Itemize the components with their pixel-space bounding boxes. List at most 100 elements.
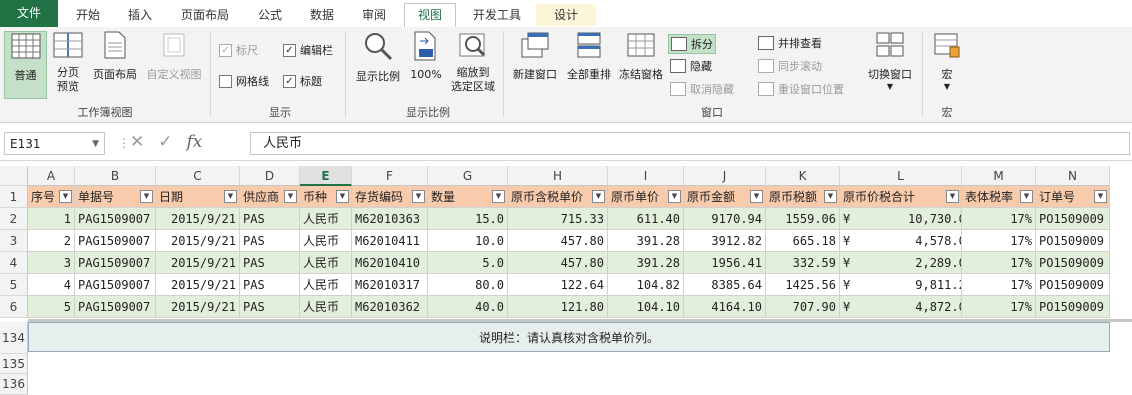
insert-function-icon[interactable]: fx — [187, 132, 203, 152]
table-header-cell[interactable]: 存货编码 ▼ — [352, 186, 428, 208]
column-header-n[interactable]: N — [1036, 166, 1110, 186]
table-cell[interactable]: 5 — [28, 296, 75, 318]
table-cell[interactable]: 人民币 — [300, 208, 352, 230]
filter-dropdown-icon[interactable]: ▼ — [1020, 190, 1033, 203]
table-cell[interactable]: PAG1509007 — [75, 230, 156, 252]
table-cell[interactable]: 17% — [962, 208, 1036, 230]
formula-bar-checkbox[interactable]: ✓ 编辑栏 — [283, 42, 333, 58]
zoom-button[interactable]: 显示比例 — [352, 31, 404, 97]
custom-views-button[interactable]: 自定义视图 — [143, 31, 205, 97]
filter-dropdown-icon[interactable]: ▼ — [59, 190, 72, 203]
table-header-cell[interactable]: 表体税率 ▼ — [962, 186, 1036, 208]
table-cell[interactable]: PO1509009 — [1036, 274, 1110, 296]
note-textbox[interactable]: 说明栏：请认真核对含税单价列。 — [28, 322, 1110, 352]
tab-view[interactable]: 视图 — [404, 3, 456, 29]
table-cell[interactable]: 2015/9/21 — [156, 252, 240, 274]
table-cell[interactable]: 4 — [28, 274, 75, 296]
table-cell[interactable]: PAG1509007 — [75, 252, 156, 274]
table-cell[interactable]: 人民币 — [300, 296, 352, 318]
zoom-100-button[interactable]: 100% — [408, 31, 444, 97]
column-header-d[interactable]: D — [240, 166, 300, 186]
tab-insert[interactable]: 插入 — [118, 4, 162, 26]
name-box[interactable]: E131 ▼ — [4, 132, 105, 155]
tab-data[interactable]: 数据 — [300, 4, 344, 26]
filter-dropdown-icon[interactable]: ▼ — [336, 190, 349, 203]
table-header-cell[interactable]: 单据号 ▼ — [75, 186, 156, 208]
page-layout-view-button[interactable]: 页面布局 — [89, 31, 141, 97]
column-header-b[interactable]: B — [75, 166, 156, 186]
table-cell[interactable]: 391.28 — [608, 252, 684, 274]
table-cell[interactable]: PAS — [240, 296, 300, 318]
table-cell[interactable]: M62010411 — [352, 230, 428, 252]
table-cell[interactable]: 122.64 — [508, 274, 608, 296]
column-header-k[interactable]: K — [766, 166, 840, 186]
filter-dropdown-icon[interactable]: ▼ — [224, 190, 237, 203]
reset-window-button[interactable]: 重设窗口位置 — [756, 80, 846, 98]
table-cell[interactable]: 715.33 — [508, 208, 608, 230]
table-cell[interactable]: 2015/9/21 — [156, 208, 240, 230]
row-header[interactable]: 6 — [0, 296, 28, 318]
table-cell[interactable]: 人民币 — [300, 274, 352, 296]
table-cell[interactable]: 10.0 — [428, 230, 508, 252]
table-cell[interactable]: PAS — [240, 274, 300, 296]
filter-dropdown-icon[interactable]: ▼ — [592, 190, 605, 203]
table-header-cell[interactable]: 数量 ▼ — [428, 186, 508, 208]
table-cell[interactable]: PO1509009 — [1036, 230, 1110, 252]
filter-dropdown-icon[interactable]: ▼ — [140, 190, 153, 203]
column-header-m[interactable]: M — [962, 166, 1036, 186]
table-cell[interactable]: 2015/9/21 — [156, 230, 240, 252]
table-cell[interactable]: 1425.56 — [766, 274, 840, 296]
row-header[interactable]: 134 — [0, 322, 28, 354]
row-header[interactable]: 3 — [0, 230, 28, 252]
table-cell[interactable]: PO1509009 — [1036, 296, 1110, 318]
table-cell[interactable]: 17% — [962, 252, 1036, 274]
headings-checkbox[interactable]: ✓ 标题 — [283, 73, 322, 89]
table-cell[interactable]: PAS — [240, 252, 300, 274]
table-cell[interactable]: M62010410 — [352, 252, 428, 274]
ruler-checkbox[interactable]: ✓ 标尺 — [219, 42, 258, 58]
table-cell[interactable]: 2 — [28, 230, 75, 252]
row-header[interactable]: 5 — [0, 274, 28, 296]
table-cell[interactable]: ¥ 4,578.00 — [840, 230, 962, 252]
tab-developer[interactable]: 开发工具 — [462, 4, 532, 26]
table-cell[interactable]: 9170.94 — [684, 208, 766, 230]
table-cell[interactable]: 457.80 — [508, 252, 608, 274]
table-cell[interactable]: 17% — [962, 230, 1036, 252]
filter-dropdown-icon[interactable]: ▼ — [824, 190, 837, 203]
table-header-cell[interactable]: 序号 ▼ — [28, 186, 75, 208]
row-header[interactable]: 135 — [0, 354, 28, 374]
table-cell[interactable]: 80.0 — [428, 274, 508, 296]
table-cell[interactable]: 40.0 — [428, 296, 508, 318]
column-header-f[interactable]: F — [352, 166, 428, 186]
filter-dropdown-icon[interactable]: ▼ — [946, 190, 959, 203]
tab-home[interactable]: 开始 — [66, 4, 110, 26]
view-side-by-side-button[interactable]: 并排查看 — [756, 34, 824, 52]
table-cell[interactable]: PO1509009 — [1036, 208, 1110, 230]
table-header-cell[interactable]: 币种 ▼ — [300, 186, 352, 208]
tab-design[interactable]: 设计 — [536, 4, 596, 26]
gridlines-checkbox[interactable]: 网格线 — [219, 73, 269, 89]
table-header-cell[interactable]: 原币税额 ▼ — [766, 186, 840, 208]
table-header-cell[interactable]: 订单号 ▼ — [1036, 186, 1110, 208]
macros-button[interactable]: 宏 ▼ — [928, 31, 966, 101]
table-header-cell[interactable]: 原币金额 ▼ — [684, 186, 766, 208]
table-header-cell[interactable]: 原币价税合计 ▼ — [840, 186, 962, 208]
table-cell[interactable]: 1 — [28, 208, 75, 230]
table-cell[interactable]: 665.18 — [766, 230, 840, 252]
tab-file[interactable]: 文件 — [0, 0, 58, 27]
table-cell[interactable]: ¥ 2,289.00 — [840, 252, 962, 274]
table-cell[interactable]: 17% — [962, 296, 1036, 318]
row-header[interactable]: 136 — [0, 374, 28, 395]
table-cell[interactable]: 8385.64 — [684, 274, 766, 296]
column-header-l[interactable]: L — [840, 166, 962, 186]
table-cell[interactable]: M62010363 — [352, 208, 428, 230]
table-header-cell[interactable]: 供应商 ▼ — [240, 186, 300, 208]
table-cell[interactable]: M62010317 — [352, 274, 428, 296]
filter-dropdown-icon[interactable]: ▼ — [1094, 190, 1107, 203]
column-header-j[interactable]: J — [684, 166, 766, 186]
table-cell[interactable]: 104.82 — [608, 274, 684, 296]
table-cell[interactable]: 3 — [28, 252, 75, 274]
column-header-e[interactable]: E — [300, 166, 352, 186]
filter-dropdown-icon[interactable]: ▼ — [492, 190, 505, 203]
row-header[interactable]: 2 — [0, 208, 28, 230]
